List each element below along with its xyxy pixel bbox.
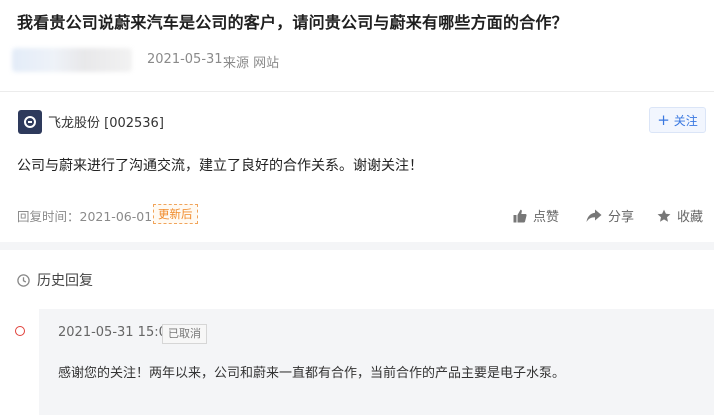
history-date: 2021-05-31 15:04	[58, 325, 176, 340]
history-header: 历史回复	[17, 270, 93, 290]
share-label: 分享	[608, 210, 635, 225]
history-title: 历史回复	[37, 273, 93, 289]
company-name[interactable]: 飞龙股份 [002536]	[48, 112, 164, 131]
share-arrow-icon	[586, 209, 602, 222]
history-text: 感谢您的关注！两年以来，公司和蔚来一直都有合作，当前合作的产品主要是电子水泵。	[58, 366, 566, 381]
question-source: 来源 网站	[223, 56, 280, 71]
collect-button[interactable]: 收藏	[657, 206, 703, 225]
cancelled-badge: 已取消	[162, 324, 207, 344]
like-button[interactable]: 点赞	[513, 206, 559, 225]
timeline-dot	[15, 326, 25, 336]
plus-icon: +	[657, 110, 670, 129]
answer-text: 公司与蔚来进行了沟通交流，建立了良好的合作关系。谢谢关注！	[17, 158, 423, 174]
section-divider	[0, 242, 714, 250]
asker-avatar-blurred	[12, 48, 132, 72]
follow-button[interactable]: + 关注	[649, 107, 706, 133]
company-logo-icon	[18, 110, 42, 134]
question-date: 2021-05-31·	[147, 52, 227, 67]
reply-time: 回复时间：2021-06-01	[17, 209, 153, 224]
share-button[interactable]: 分享	[586, 206, 634, 225]
follow-label: 关注	[673, 113, 698, 128]
divider	[0, 91, 714, 92]
thumbs-up-icon	[513, 209, 527, 222]
star-icon	[657, 209, 671, 222]
updated-badge: 更新后	[153, 204, 198, 224]
question-title: 我看贵公司说蔚来汽车是公司的客户，请问贵公司与蔚来有哪些方面的合作？	[17, 13, 568, 32]
clock-icon	[17, 273, 30, 287]
collect-label: 收藏	[677, 210, 704, 225]
like-label: 点赞	[533, 210, 560, 225]
